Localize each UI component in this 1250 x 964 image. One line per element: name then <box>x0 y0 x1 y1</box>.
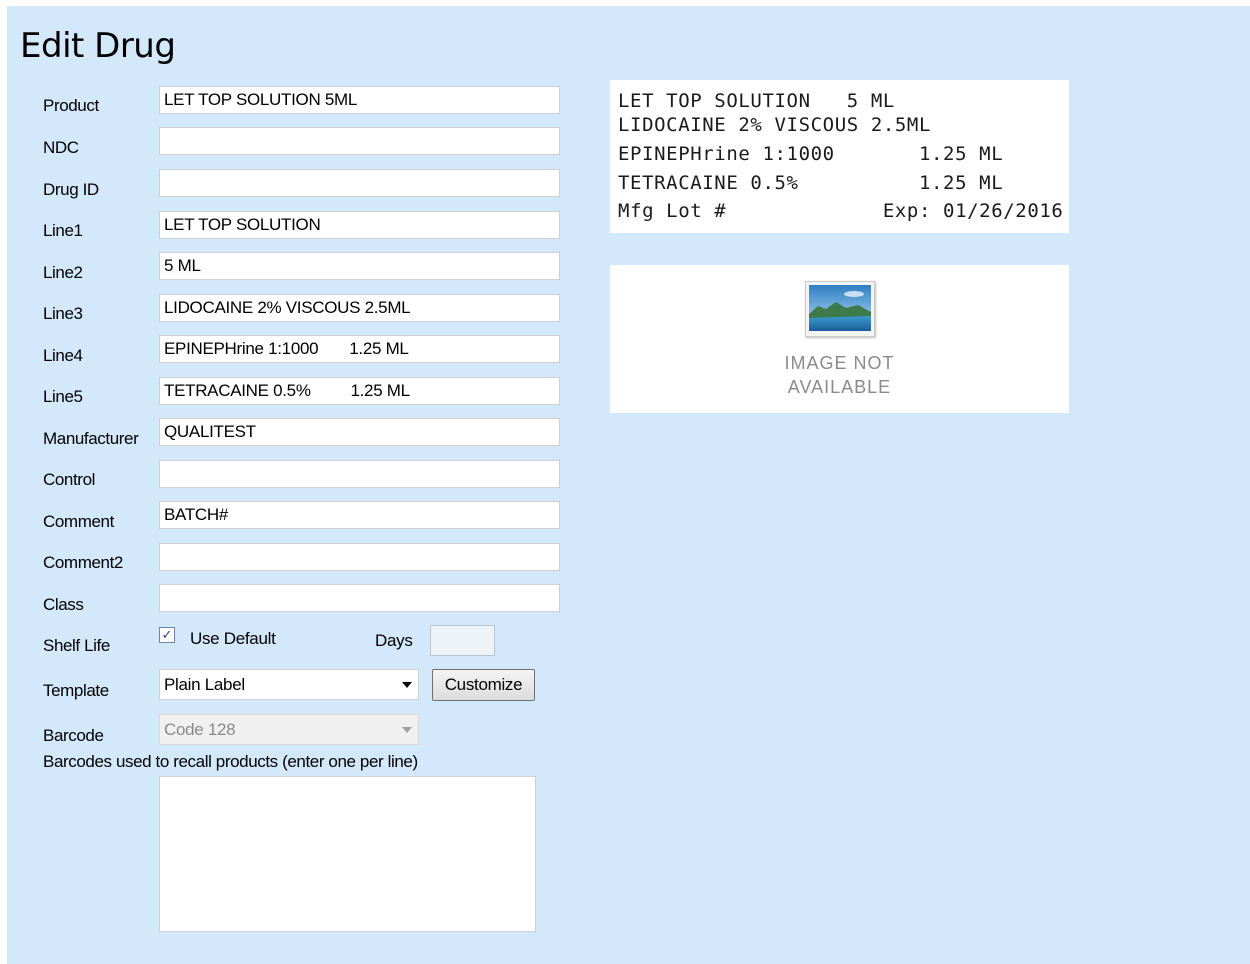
template-select[interactable]: Plain Label <box>159 669 419 700</box>
recall-barcodes-label: Barcodes used to recall products (enter … <box>43 752 418 771</box>
preview-line-4: TETRACAINE 0.5% 1.25 ML <box>618 172 1004 194</box>
template-select-value: Plain Label <box>164 675 245 694</box>
drug-image-placeholder: IMAGE NOT AVAILABLE <box>610 265 1069 413</box>
days-input[interactable] <box>430 625 495 656</box>
edit-drug-panel: Edit Drug Product LET TOP SOLUTION 5ML N… <box>7 6 1250 964</box>
barcode-select-value: Code 128 <box>164 720 236 739</box>
chevron-down-icon <box>402 727 412 733</box>
line2-field[interactable]: 5 ML <box>159 252 560 280</box>
recall-barcodes-textarea[interactable] <box>159 776 536 932</box>
template-label: Template <box>43 681 109 700</box>
line5-field[interactable]: TETRACAINE 0.5% 1.25 ML <box>159 377 560 405</box>
customize-button[interactable]: Customize <box>432 669 535 701</box>
ndc-field[interactable] <box>159 127 560 155</box>
image-not-available-text-2: AVAILABLE <box>787 377 892 397</box>
class-label: Class <box>43 595 84 614</box>
image-not-available-text-1: IMAGE NOT <box>784 353 895 373</box>
use-default-checkbox[interactable]: ✓ <box>159 627 175 643</box>
preview-line-2: LIDOCAINE 2% VISCOUS 2.5ML <box>618 114 932 136</box>
shelf-life-label: Shelf Life <box>43 636 110 655</box>
line1-label: Line1 <box>43 221 83 240</box>
barcode-label: Barcode <box>43 726 104 745</box>
line3-label: Line3 <box>43 304 83 323</box>
product-field[interactable]: LET TOP SOLUTION 5ML <box>159 86 560 114</box>
comment-label: Comment <box>43 512 114 531</box>
manufacturer-label: Manufacturer <box>43 429 139 448</box>
comment2-field[interactable] <box>159 543 560 571</box>
comment2-label: Comment2 <box>43 553 123 572</box>
label-preview: LET TOP SOLUTION 5 ML LIDOCAINE 2% VISCO… <box>610 80 1069 233</box>
class-field[interactable] <box>159 584 560 612</box>
comment-field[interactable]: BATCH# <box>159 501 560 529</box>
ndc-label: NDC <box>43 138 79 157</box>
drug-id-label: Drug ID <box>43 180 99 199</box>
line3-field[interactable]: LIDOCAINE 2% VISCOUS 2.5ML <box>159 294 560 322</box>
line5-label: Line5 <box>43 387 83 406</box>
line4-label: Line4 <box>43 346 83 365</box>
line4-field[interactable]: EPINEPHrine 1:1000 1.25 ML <box>159 335 560 363</box>
barcode-select[interactable]: Code 128 <box>159 714 419 745</box>
control-field[interactable] <box>159 460 560 488</box>
manufacturer-field[interactable]: QUALITEST <box>159 418 560 446</box>
chevron-down-icon <box>402 682 412 688</box>
line1-field[interactable]: LET TOP SOLUTION <box>159 211 560 239</box>
use-default-label[interactable]: Use Default <box>190 629 276 649</box>
line2-label: Line2 <box>43 263 83 282</box>
product-label: Product <box>43 96 99 115</box>
landscape-image-icon <box>805 281 875 337</box>
days-label: Days <box>375 631 413 650</box>
preview-line-1: LET TOP SOLUTION 5 ML <box>618 90 895 112</box>
page-title: Edit Drug <box>20 26 176 66</box>
control-label: Control <box>43 470 96 489</box>
preview-line-5: Mfg Lot # Exp: 01/26/2016 <box>618 200 1064 222</box>
drug-id-field[interactable] <box>159 169 560 197</box>
preview-line-3: EPINEPHrine 1:1000 1.25 ML <box>618 143 1004 165</box>
